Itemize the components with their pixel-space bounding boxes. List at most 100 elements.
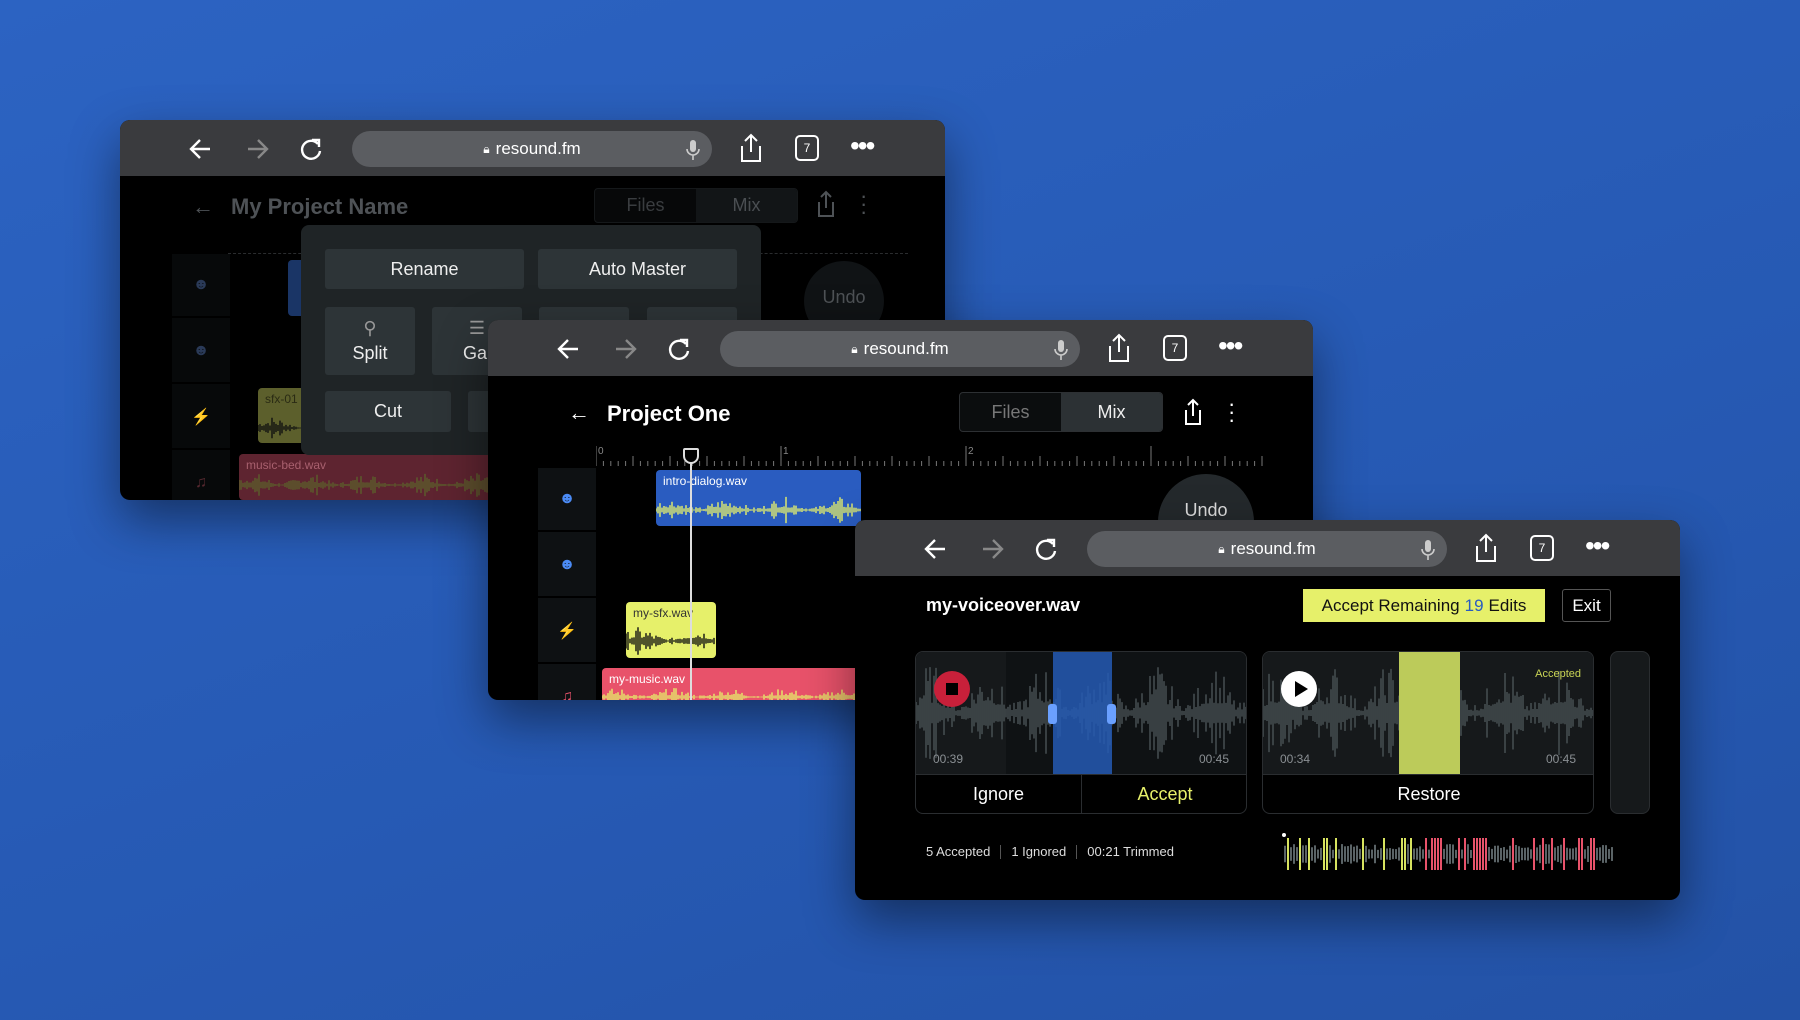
forward-icon[interactable]	[979, 536, 1005, 562]
microphone-icon[interactable]	[686, 139, 700, 166]
url-text: resound.fm	[495, 139, 581, 158]
reload-icon[interactable]	[298, 136, 324, 162]
more-horizontal-icon[interactable]: •••	[850, 130, 876, 161]
forward-icon[interactable]	[612, 336, 638, 362]
rename-button[interactable]: Rename	[325, 249, 524, 289]
edit-card-2: Accepted 00:34 00:45 Restore	[1262, 651, 1594, 814]
reload-icon[interactable]	[666, 336, 692, 362]
tabs-button[interactable]: 7	[1530, 535, 1554, 561]
accept-button[interactable]: Accept	[1082, 774, 1246, 813]
track-sfx[interactable]: ⚡	[538, 600, 596, 664]
url-text: resound.fm	[1230, 539, 1316, 558]
tab-files[interactable]: Files	[595, 189, 696, 222]
exit-button[interactable]: Exit	[1562, 589, 1611, 622]
back-icon[interactable]	[188, 136, 214, 162]
track-music[interactable]: ♫	[172, 452, 230, 500]
clip-intro-dialog[interactable]: intro-dialog.wav	[656, 470, 861, 526]
tabs-button[interactable]: 7	[1163, 335, 1187, 361]
url-text: resound.fm	[863, 339, 949, 358]
back-icon[interactable]	[923, 536, 949, 562]
playhead-handle[interactable]	[683, 448, 699, 464]
track-list: ☻ ☻ ⚡ ♫	[172, 254, 230, 500]
tab-files[interactable]: Files	[960, 393, 1061, 431]
track-voice-1[interactable]: ☻	[538, 468, 596, 532]
clip-label: my-sfx.wav	[633, 606, 693, 620]
track-sfx[interactable]: ⚡	[172, 386, 230, 450]
browser-toolbar: 🔒︎ resound.fm 7 •••	[120, 120, 945, 176]
clip-label: intro-dialog.wav	[663, 474, 748, 488]
more-horizontal-icon[interactable]: •••	[1585, 530, 1611, 561]
address-bar[interactable]: 🔒︎ resound.fm	[720, 331, 1080, 367]
edit-card-3[interactable]	[1610, 651, 1650, 814]
auto-master-button[interactable]: Auto Master	[538, 249, 737, 289]
browser-toolbar: 🔒︎ resound.fm 7 •••	[855, 520, 1680, 576]
accept-remaining-button[interactable]: Accept Remaining 19 Edits	[1303, 589, 1545, 622]
track-music[interactable]: ♫	[538, 666, 596, 700]
microphone-icon[interactable]	[1421, 539, 1435, 566]
trim-handle-left[interactable]	[1048, 704, 1057, 724]
browser-window-front: 🔒︎ resound.fm 7 ••• my-voiceover.wav Acce…	[855, 520, 1680, 900]
ignore-button[interactable]: Ignore	[916, 774, 1082, 813]
play-button[interactable]	[1281, 671, 1317, 707]
split-button[interactable]: ⚲ Split	[325, 307, 415, 375]
overview-position-marker[interactable]	[1282, 833, 1286, 837]
forward-icon[interactable]	[244, 136, 270, 162]
track-list: ☻ ☻ ⚡ ♫	[538, 468, 596, 700]
waveform	[656, 496, 861, 524]
more-vertical-icon[interactable]: · · ·	[1228, 393, 1235, 431]
accept-remaining-label: Accept Remaining	[1321, 595, 1460, 615]
edit-waveform[interactable]: Accepted 00:34 00:45	[1263, 652, 1593, 774]
ruler-label-1: 1	[783, 446, 789, 457]
tabs-button[interactable]: 7	[795, 135, 819, 161]
clip-my-sfx[interactable]: my-sfx.wav	[626, 602, 716, 658]
cut-button[interactable]: Cut	[325, 391, 451, 432]
track-voice-2[interactable]: ☻	[538, 534, 596, 598]
track-voice-2[interactable]: ☻	[172, 320, 230, 384]
back-icon[interactable]	[556, 336, 582, 362]
lock-icon: 🔒︎	[483, 141, 490, 156]
share-icon[interactable]	[815, 190, 837, 223]
address-bar[interactable]: 🔒︎ resound.fm	[352, 131, 712, 167]
more-horizontal-icon[interactable]: •••	[1218, 330, 1244, 361]
track-voice-1[interactable]: ☻	[172, 254, 230, 318]
more-vertical-icon[interactable]: · · ·	[860, 185, 867, 223]
split-icon: ⚲	[363, 318, 377, 338]
trimmed-time: 00:21 Trimmed	[1087, 844, 1174, 859]
gain-label: Gai	[462, 343, 491, 363]
stop-icon	[946, 683, 958, 695]
ignored-count: 1 Ignored	[1011, 844, 1067, 859]
view-tabs: Files Mix	[959, 392, 1163, 432]
browser-toolbar: 🔒︎ resound.fm 7 •••	[488, 320, 1313, 376]
file-title: my-voiceover.wav	[926, 595, 1081, 615]
start-time: 00:34	[1280, 752, 1311, 766]
back-icon[interactable]: ←	[192, 194, 214, 220]
back-icon[interactable]: ←	[568, 400, 590, 426]
sliders-icon: ☰	[468, 318, 486, 338]
reload-icon[interactable]	[1033, 536, 1059, 562]
tab-mix[interactable]: Mix	[1061, 393, 1162, 431]
microphone-icon[interactable]	[1054, 339, 1068, 366]
selected-region[interactable]	[1053, 652, 1112, 774]
waveform	[626, 627, 715, 655]
start-time: 00:39	[933, 752, 964, 766]
share-icon[interactable]	[1182, 398, 1204, 431]
restore-button[interactable]: Restore	[1263, 774, 1593, 813]
share-icon[interactable]	[1107, 333, 1133, 362]
trim-handle-right[interactable]	[1107, 704, 1116, 724]
edit-waveform[interactable]: 00:39 00:45	[916, 652, 1246, 774]
playhead[interactable]	[690, 448, 692, 700]
overview-waveform[interactable]	[1281, 832, 1615, 872]
share-icon[interactable]	[739, 133, 765, 162]
share-icon[interactable]	[1474, 533, 1500, 562]
address-bar[interactable]: 🔒︎ resound.fm	[1087, 531, 1447, 567]
view-tabs: Files Mix	[594, 188, 798, 223]
end-time: 00:45	[1198, 752, 1229, 766]
project-title: Project One	[607, 401, 731, 426]
edit-stats: 5 Accepted 1 Ignored 00:21 Trimmed	[926, 844, 1174, 859]
tab-mix[interactable]: Mix	[696, 189, 797, 222]
project-title: My Project Name	[231, 194, 409, 219]
lock-icon: 🔒︎	[851, 341, 858, 356]
stop-button[interactable]	[934, 671, 970, 707]
accepted-region	[1399, 652, 1460, 774]
clip-label: sfx-01	[265, 392, 298, 406]
